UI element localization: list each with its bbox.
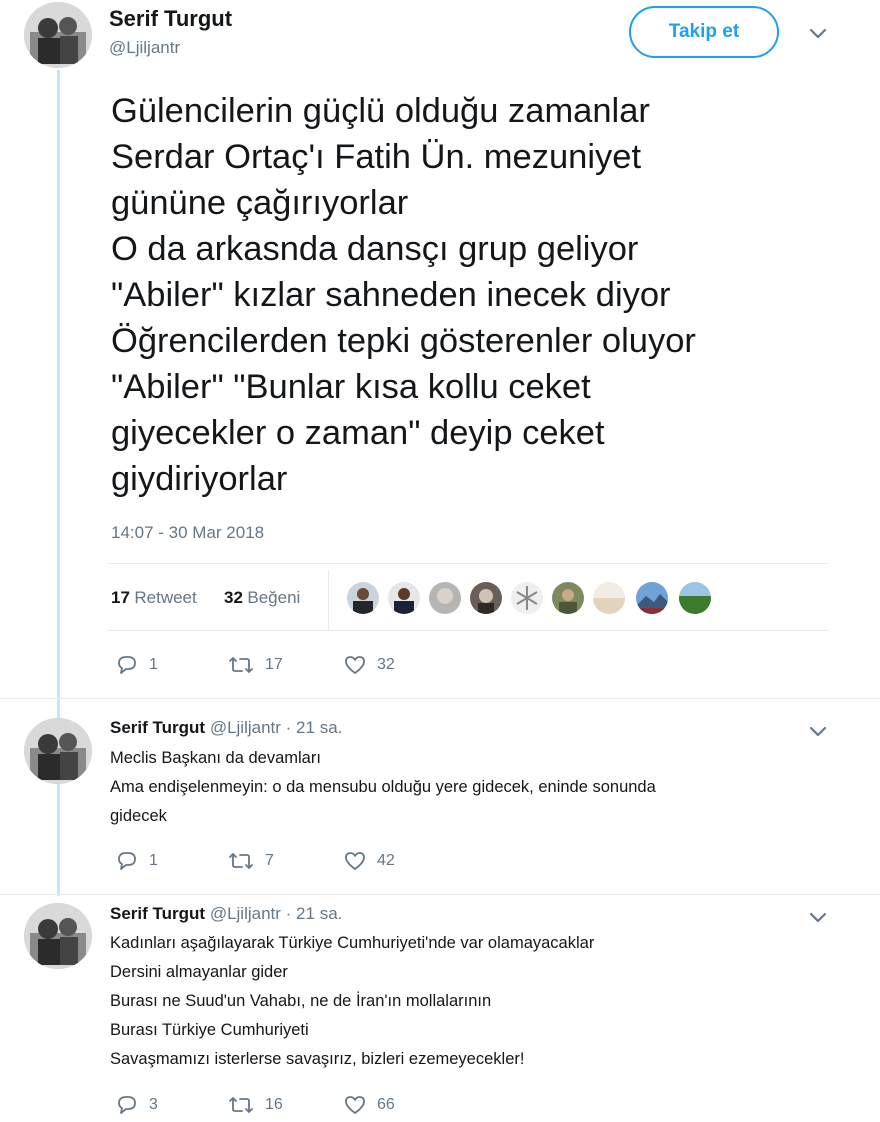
tweet-text-line: "Abiler" kızlar sahneden inecek diyor bbox=[111, 276, 671, 314]
tweet-text-line: giydiriyorlar bbox=[111, 460, 288, 498]
reply-time[interactable]: · 21 sa. bbox=[286, 718, 343, 737]
chevron-down-icon[interactable] bbox=[807, 906, 829, 928]
liker-avatar[interactable] bbox=[470, 582, 502, 614]
retweet-count: 17 bbox=[111, 588, 130, 607]
liker-avatar[interactable] bbox=[552, 582, 584, 614]
like-button[interactable]: 42 bbox=[343, 850, 395, 872]
retweet-stat[interactable]: 17 Retweet bbox=[111, 588, 197, 608]
reply-text-line: Kadınları aşağılayarak Türkiye Cumhuriye… bbox=[110, 934, 595, 952]
liker-avatar[interactable] bbox=[511, 582, 543, 614]
reply-text-line: Ama endişelenmeyin: o da mensubu olduğu … bbox=[110, 778, 656, 796]
liker-avatar[interactable] bbox=[593, 582, 625, 614]
retweet-label: Retweet bbox=[134, 588, 197, 607]
like-label: Beğeni bbox=[247, 588, 301, 607]
reply-text-line: Burası ne Suud'un Vahabı, ne de İran'ın … bbox=[110, 992, 492, 1010]
reply-count: 1 bbox=[149, 852, 158, 869]
divider bbox=[0, 698, 880, 699]
liker-avatar[interactable] bbox=[429, 582, 461, 614]
liker-avatar[interactable] bbox=[679, 582, 711, 614]
reply-text-line: Savaşmamızı isterlerse savaşırız, bizler… bbox=[110, 1050, 525, 1068]
retweet-count: 16 bbox=[265, 1096, 283, 1113]
author-handle[interactable]: @Ljiljantr bbox=[210, 904, 281, 923]
reply-time[interactable]: · 21 sa. bbox=[286, 904, 343, 923]
reply-text: Meclis Başkanı da devamları Ama endişele… bbox=[110, 744, 656, 831]
tweet-text-line: gününe çağırıyorlar bbox=[111, 184, 409, 222]
tweet-text-line: giyecekler o zaman" deyip ceket bbox=[111, 414, 605, 452]
divider bbox=[0, 894, 880, 895]
tweet-text-line: Gülencilerin güçlü olduğu zamanlar bbox=[111, 92, 650, 130]
reply-button[interactable]: 3 bbox=[115, 1094, 158, 1116]
liker-avatar[interactable] bbox=[347, 582, 379, 614]
like-button[interactable]: 66 bbox=[343, 1094, 395, 1116]
tweet-text-line: Öğrencilerden tepki gösterenler oluyor bbox=[111, 322, 696, 360]
retweet-button[interactable]: 7 bbox=[227, 850, 274, 872]
reply-button[interactable]: 1 bbox=[115, 850, 158, 872]
chevron-down-icon[interactable] bbox=[807, 720, 829, 742]
retweet-button[interactable]: 17 bbox=[227, 654, 283, 676]
reply-text-line: gidecek bbox=[110, 807, 167, 825]
divider bbox=[108, 563, 828, 564]
reply-count: 3 bbox=[149, 1096, 158, 1113]
reply-text-line: Meclis Başkanı da devamları bbox=[110, 749, 321, 767]
tweet-text-line: Serdar Ortaç'ı Fatih Ün. mezuniyet bbox=[111, 138, 642, 176]
retweet-button[interactable]: 16 bbox=[227, 1094, 283, 1116]
author-name[interactable]: Serif Turgut bbox=[110, 904, 205, 923]
reply-icon bbox=[118, 656, 136, 674]
like-icon bbox=[345, 1096, 365, 1114]
tweet-text-line: "Abiler" "Bunlar kısa kollu ceket bbox=[111, 368, 591, 406]
tweet-text: Gülencilerin güçlü olduğu zamanlar Serda… bbox=[111, 88, 696, 502]
stats-separator bbox=[328, 570, 329, 630]
retweet-count: 17 bbox=[265, 656, 283, 673]
author-name[interactable]: Serif Turgut bbox=[109, 6, 232, 32]
avatar[interactable] bbox=[24, 2, 92, 68]
reply-count: 1 bbox=[149, 656, 158, 673]
author-name[interactable]: Serif Turgut bbox=[110, 718, 205, 737]
follow-button[interactable]: Takip et bbox=[629, 6, 779, 58]
like-icon bbox=[345, 852, 365, 870]
avatar[interactable] bbox=[24, 903, 92, 969]
tweet-text-line: O da arkasnda dansçı grup geliyor bbox=[111, 230, 639, 268]
reply-header: Serif Turgut @Ljiljantr · 21 sa. bbox=[110, 718, 342, 738]
chevron-down-icon[interactable] bbox=[807, 22, 829, 44]
divider bbox=[108, 630, 828, 631]
retweet-count: 7 bbox=[265, 852, 274, 869]
author-handle[interactable]: @Ljiljantr bbox=[109, 38, 180, 58]
liker-avatar[interactable] bbox=[388, 582, 420, 614]
like-count: 32 bbox=[224, 588, 243, 607]
reply-text-line: Burası Türkiye Cumhuriyeti bbox=[110, 1021, 309, 1039]
retweet-icon bbox=[229, 657, 253, 673]
like-count: 42 bbox=[377, 852, 395, 869]
retweet-icon bbox=[229, 853, 253, 869]
reply-icon bbox=[118, 1096, 136, 1114]
avatar[interactable] bbox=[24, 718, 92, 784]
like-count: 66 bbox=[377, 1096, 395, 1113]
reply-button[interactable]: 1 bbox=[115, 654, 158, 676]
liker-avatar[interactable] bbox=[636, 582, 668, 614]
tweet-timestamp[interactable]: 14:07 - 30 Mar 2018 bbox=[111, 523, 264, 543]
like-icon bbox=[345, 656, 365, 674]
retweet-icon bbox=[229, 1097, 253, 1113]
author-handle[interactable]: @Ljiljantr bbox=[210, 718, 281, 737]
reply-icon bbox=[118, 852, 136, 870]
reply-header: Serif Turgut @Ljiljantr · 21 sa. bbox=[110, 904, 342, 924]
like-button[interactable]: 32 bbox=[343, 654, 395, 676]
like-count: 32 bbox=[377, 656, 395, 673]
reply-text: Kadınları aşağılayarak Türkiye Cumhuriye… bbox=[110, 929, 594, 1074]
like-stat[interactable]: 32 Beğeni bbox=[224, 588, 300, 608]
reply-text-line: Dersini almayanlar gider bbox=[110, 963, 288, 981]
